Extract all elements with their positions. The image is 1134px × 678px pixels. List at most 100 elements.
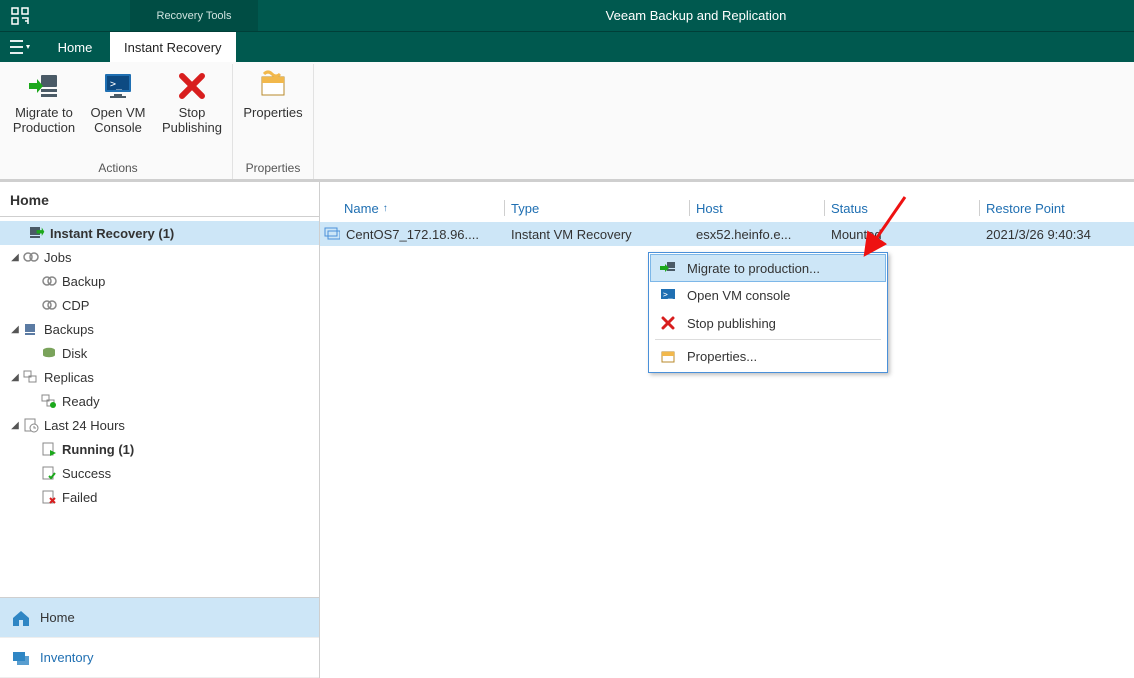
- tree-instant-recovery[interactable]: Instant Recovery (1): [0, 221, 319, 245]
- jobs-icon: [22, 248, 40, 266]
- failed-icon: [40, 488, 58, 506]
- instant-recovery-icon: [28, 224, 46, 242]
- success-icon: [40, 464, 58, 482]
- ribbon-group-label-properties: Properties: [246, 157, 301, 179]
- cell-type: Instant VM Recovery: [511, 227, 632, 242]
- nav-tree: Instant Recovery (1) ◢ Jobs Backup CDP ◢: [0, 217, 319, 597]
- col-header-status[interactable]: Status: [825, 194, 980, 222]
- tree-failed[interactable]: Failed: [0, 485, 319, 509]
- app-title: Veeam Backup and Replication: [258, 0, 1134, 31]
- tree-label: Backup: [62, 274, 105, 289]
- migrate-to-production-button[interactable]: Migrate to Production: [12, 68, 76, 136]
- context-menu: Migrate to production... >_ Open VM cons…: [648, 252, 888, 373]
- nav-label: Inventory: [40, 650, 93, 665]
- tab-home[interactable]: Home: [40, 32, 110, 62]
- open-vm-console-button[interactable]: >_ Open VM Console: [86, 68, 150, 136]
- ready-icon: [40, 392, 58, 410]
- tree-label: Ready: [62, 394, 100, 409]
- migrate-icon: [26, 68, 62, 104]
- console-icon: >_: [100, 68, 136, 104]
- migrate-icon: [659, 259, 677, 277]
- tree-label: Failed: [62, 490, 97, 505]
- tab-instant-recovery[interactable]: Instant Recovery: [110, 32, 236, 62]
- cell-restore: 2021/3/26 9:40:34: [986, 227, 1091, 242]
- properties-label: Properties: [243, 106, 302, 121]
- tree-last24[interactable]: ◢ Last 24 Hours: [0, 413, 319, 437]
- stop-icon: [174, 68, 210, 104]
- migrate-label-2: Production: [13, 121, 75, 136]
- tree-jobs[interactable]: ◢ Jobs: [0, 245, 319, 269]
- openvm-label-1: Open VM: [91, 106, 146, 121]
- tree-backup[interactable]: Backup: [0, 269, 319, 293]
- tree-replicas[interactable]: ◢ Replicas: [0, 365, 319, 389]
- tree-backups[interactable]: ◢ Backups: [0, 317, 319, 341]
- tree-running[interactable]: Running (1): [0, 437, 319, 461]
- openvm-label-2: Console: [94, 121, 142, 136]
- nav-label: Home: [40, 610, 75, 625]
- tree-ready[interactable]: Ready: [0, 389, 319, 413]
- col-header-host[interactable]: Host: [690, 194, 825, 222]
- tree-label: Jobs: [44, 250, 71, 265]
- file-menu[interactable]: [0, 32, 40, 62]
- backup-job-icon: [40, 272, 58, 290]
- ribbon-group-actions: Migrate to Production >_ Open VM Console…: [4, 64, 233, 179]
- context-tab-recovery-tools[interactable]: Recovery Tools: [130, 0, 258, 31]
- nav-home[interactable]: Home: [0, 598, 319, 638]
- tree-cdp[interactable]: CDP: [0, 293, 319, 317]
- tree-label: Success: [62, 466, 111, 481]
- vm-icon: [324, 225, 342, 244]
- tree-label: CDP: [62, 298, 89, 313]
- stop-label-2: Publishing: [162, 121, 222, 136]
- backups-icon: [22, 320, 40, 338]
- ribbon-group-properties: Properties Properties: [233, 64, 314, 179]
- sort-asc-icon: ↑: [383, 203, 388, 214]
- tree-label: Instant Recovery (1): [50, 226, 174, 241]
- home-icon: [10, 607, 32, 629]
- tree-success[interactable]: Success: [0, 461, 319, 485]
- qat-icon[interactable]: [0, 0, 40, 31]
- tab-strip: Home Instant Recovery: [0, 32, 1134, 62]
- nav-inventory[interactable]: Inventory: [0, 638, 319, 678]
- last24-icon: [22, 416, 40, 434]
- grid-header: Name↑ Type Host Status Restore Point: [320, 194, 1134, 222]
- properties-button[interactable]: Properties: [241, 68, 305, 136]
- ctx-label: Migrate to production...: [687, 261, 820, 276]
- inventory-icon: [10, 647, 32, 669]
- ctx-label: Open VM console: [687, 288, 790, 303]
- ctx-stop-publishing[interactable]: Stop publishing: [651, 309, 885, 337]
- ribbon: Migrate to Production >_ Open VM Console…: [0, 62, 1134, 180]
- disk-icon: [40, 344, 58, 362]
- nav-strip: Home Inventory: [0, 597, 319, 678]
- properties-icon: [255, 68, 291, 104]
- tree-label: Running (1): [62, 442, 134, 457]
- grid-row[interactable]: CentOS7_172.18.96.... Instant VM Recover…: [320, 222, 1134, 246]
- ctx-separator: [655, 339, 881, 340]
- ctx-properties[interactable]: Properties...: [651, 342, 885, 370]
- tree-disk[interactable]: Disk: [0, 341, 319, 365]
- running-icon: [40, 440, 58, 458]
- ribbon-group-label-actions: Actions: [98, 157, 137, 179]
- col-header-type[interactable]: Type: [505, 194, 690, 222]
- ctx-label: Properties...: [687, 349, 757, 364]
- col-header-restore[interactable]: Restore Point: [980, 194, 1134, 222]
- titlebar: Recovery Tools Veeam Backup and Replicat…: [0, 0, 1134, 32]
- ctx-migrate-to-production[interactable]: Migrate to production...: [650, 254, 886, 282]
- properties-icon: [659, 347, 677, 365]
- cell-name: CentOS7_172.18.96....: [346, 227, 479, 242]
- tree-label: Last 24 Hours: [44, 418, 125, 433]
- console-icon: >_: [659, 286, 677, 304]
- col-header-name[interactable]: Name↑: [320, 194, 505, 222]
- sidebar-title: Home: [0, 182, 319, 217]
- stop-publishing-button[interactable]: Stop Publishing: [160, 68, 224, 136]
- ctx-open-vm-console[interactable]: >_ Open VM console: [651, 281, 885, 309]
- stop-icon: [659, 314, 677, 332]
- ctx-label: Stop publishing: [687, 316, 776, 331]
- replicas-icon: [22, 368, 40, 386]
- tree-label: Backups: [44, 322, 94, 337]
- svg-text:>_: >_: [663, 290, 673, 299]
- migrate-label-1: Migrate to: [15, 106, 73, 121]
- svg-text:>_: >_: [110, 79, 123, 90]
- sidebar: Home Instant Recovery (1) ◢ Jobs Backup: [0, 180, 320, 678]
- cell-status: Mounted: [831, 227, 882, 242]
- cdp-icon: [40, 296, 58, 314]
